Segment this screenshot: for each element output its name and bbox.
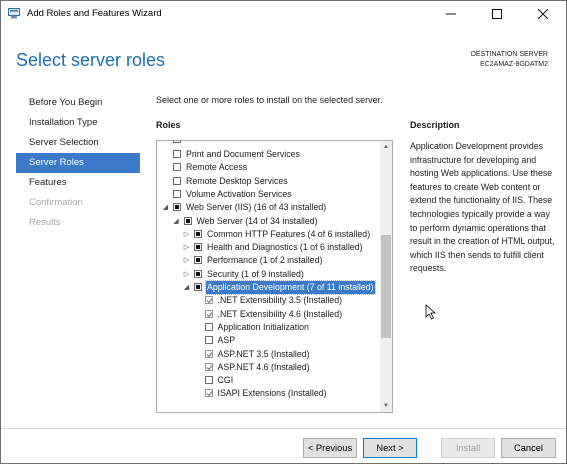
previous-button[interactable]: < Previous	[303, 438, 357, 458]
checkmark-icon	[206, 364, 212, 371]
install-button: Install	[441, 438, 495, 458]
role-checkbox	[204, 309, 213, 318]
role-label: CGI	[217, 375, 234, 386]
role-checkbox[interactable]	[204, 322, 213, 331]
role-checkbox[interactable]	[194, 243, 202, 252]
role-checkbox[interactable]	[173, 189, 181, 198]
close-icon	[538, 9, 548, 19]
nav-item-results: Results	[29, 217, 61, 228]
role-checkbox[interactable]	[173, 150, 181, 158]
page-title: Select server roles	[16, 50, 166, 70]
expand-arrow-icon[interactable]: ▷	[182, 254, 191, 267]
role-checkbox[interactable]	[194, 269, 202, 278]
scroll-thumb[interactable]	[381, 235, 391, 338]
scroll-down-icon[interactable]: ▼	[380, 400, 392, 412]
nav-item-installation-type[interactable]: Installation Type	[16, 113, 140, 133]
nav-item-features[interactable]: Features	[16, 173, 140, 193]
role-label: Performance (1 of 2 installed)	[207, 255, 323, 266]
role-checkbox	[204, 349, 213, 358]
minimize-icon	[446, 13, 456, 15]
role-label: Print and Document Services	[186, 149, 300, 159]
roles-tree[interactable]: Print and Document Services Remote Access…	[156, 140, 393, 413]
checkmark-icon	[206, 351, 212, 357]
scroll-up-icon[interactable]: ▲	[380, 141, 392, 153]
instruction-text: Select one or more roles to install on t…	[156, 95, 383, 105]
footer-divider	[1, 428, 566, 429]
role-label: .NET Extensibility 3.5 (Installed)	[217, 295, 343, 306]
cancel-button[interactable]: Cancel	[501, 438, 556, 458]
maximize-icon	[492, 9, 502, 19]
role-label: Common HTTP Features (4 of 6 installed)	[207, 228, 371, 239]
role-checkbox[interactable]	[194, 229, 202, 238]
role-label: .NET Extensibility 4.6 (Installed)	[217, 308, 343, 319]
destination-server-name: EC2AMAZ-8GDATM2	[480, 61, 548, 68]
roles-header: Roles	[156, 120, 181, 130]
role-checkbox[interactable]	[194, 283, 202, 291]
role-label: Web Server (14 of 34 installed)	[196, 215, 318, 226]
role-label: Remote Access	[186, 162, 248, 173]
checkmark-icon	[206, 298, 212, 304]
destination-server: DESTINATION SERVER EC2AMAZ-8GDATM2	[471, 50, 548, 70]
role-label: Health and Diagnostics (1 of 6 installed…	[207, 242, 363, 253]
role-label: ASP	[217, 335, 236, 346]
collapse-arrow-icon[interactable]: ◢	[172, 215, 181, 228]
role-label: Remote Desktop Services	[186, 175, 288, 186]
wizard-nav: Before You Begin Installation Type Serve…	[16, 93, 140, 233]
title-bar: Add Roles and Features Wizard	[1, 1, 566, 27]
description-text: Application Development provides infrast…	[410, 141, 555, 274]
nav-item-before-you-begin[interactable]: Before You Begin	[16, 93, 140, 113]
role-checkbox[interactable]	[173, 203, 181, 212]
roles-scrollbar[interactable]: ▲ ▼	[380, 141, 392, 412]
role-label: Security (1 of 9 installed)	[207, 268, 304, 279]
role-label: ASP.NET 4.6 (Installed)	[217, 361, 310, 372]
expand-arrow-icon[interactable]: ▷	[182, 268, 191, 281]
wizard-window: Add Roles and Features Wizard Select ser…	[0, 0, 567, 464]
role-checkbox[interactable]	[173, 163, 181, 172]
maximize-button[interactable]	[474, 1, 520, 27]
description-header: Description	[410, 120, 460, 130]
collapse-arrow-icon[interactable]: ◢	[182, 281, 191, 294]
role-checkbox[interactable]	[173, 176, 181, 185]
collapse-arrow-icon[interactable]: ◢	[161, 201, 170, 214]
role-label: Application Initialization	[217, 321, 309, 332]
expand-arrow-icon[interactable]: ▷	[182, 241, 191, 254]
checkmark-icon	[206, 311, 212, 318]
role-checkbox[interactable]	[204, 376, 213, 385]
tree-row-partial-top	[173, 141, 392, 146]
role-checkbox	[204, 389, 213, 398]
nav-item-server-roles[interactable]: Server Roles	[16, 153, 140, 173]
minimize-button[interactable]	[428, 1, 474, 27]
mouse-cursor-icon	[425, 304, 437, 320]
expand-arrow-icon[interactable]: ▷	[182, 228, 191, 241]
role-checkbox[interactable]	[194, 256, 202, 265]
role-checkbox	[204, 362, 213, 371]
role-checkbox[interactable]	[183, 216, 192, 225]
destination-label: DESTINATION SERVER	[470, 51, 548, 58]
server-manager-icon	[8, 8, 20, 19]
role-label: Web Server (IIS) (16 of 43 installed)	[186, 202, 327, 213]
role-label: ISAPI Extensions (Installed)	[217, 388, 327, 399]
role-checkbox[interactable]	[173, 141, 181, 143]
role-checkbox	[204, 296, 213, 305]
role-checkbox[interactable]	[204, 336, 213, 345]
next-button[interactable]: Next >	[363, 438, 417, 458]
nav-item-server-selection[interactable]: Server Selection	[16, 133, 140, 153]
role-label: ASP.NET 3.5 (Installed)	[217, 348, 310, 359]
close-button[interactable]	[520, 1, 566, 27]
role-label: Application Development (7 of 11 install…	[205, 280, 376, 295]
window-title: Add Roles and Features Wizard	[27, 8, 162, 19]
checkmark-icon	[206, 391, 212, 397]
role-label: Volume Activation Services	[186, 188, 292, 199]
nav-item-confirmation: Confirmation	[29, 197, 83, 208]
